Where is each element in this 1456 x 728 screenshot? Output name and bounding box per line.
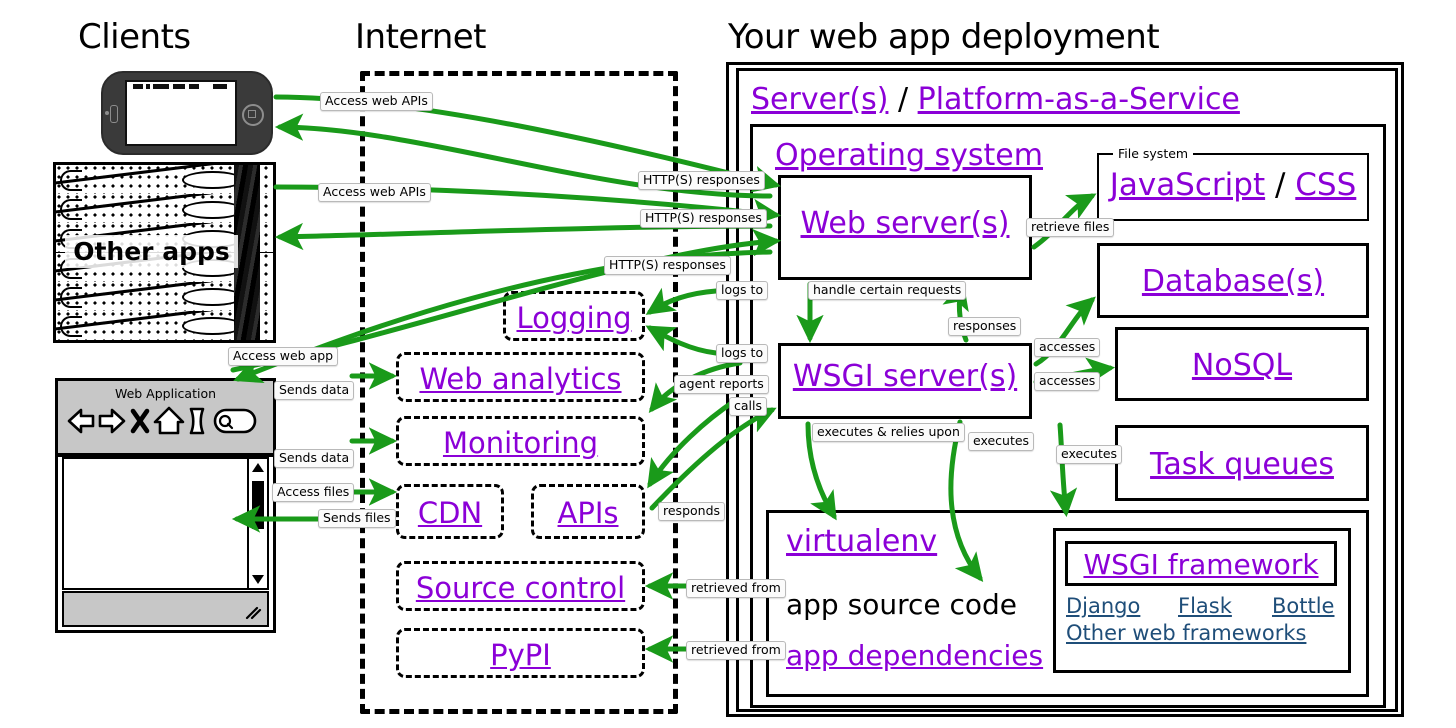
node-cdn-label: CDN — [417, 496, 483, 530]
operating-system-label[interactable]: Operating system — [775, 138, 1043, 173]
column-title-clients: Clients — [78, 17, 191, 57]
edge-label-sends-data-1: Sends data — [274, 381, 355, 401]
file-system-legend: File system — [1113, 146, 1194, 161]
column-title-internet: Internet — [355, 17, 487, 57]
task-queues-label: Task queues — [1150, 447, 1334, 482]
edge-label-access-web-app: Access web app — [228, 347, 339, 367]
server-label[interactable]: Server(s) — [751, 82, 888, 117]
edge-label-sends-files: Sends files — [318, 509, 396, 529]
app-source-code-label: app source code — [786, 588, 1018, 621]
nosql-label: NoSQL — [1191, 348, 1293, 383]
edge-label-logs-to-2: logs to — [716, 344, 769, 364]
edge-label-agent-reports: agent reports — [674, 375, 769, 395]
phone-camera-icon — [105, 111, 109, 115]
server-paas-label: Server(s) / Platform-as-a-Service — [751, 82, 1240, 117]
phone-speaker-icon — [110, 105, 118, 123]
client-other-apps-servers: Other apps — [53, 162, 276, 343]
edge-label-sends-data-2: Sends data — [274, 449, 355, 469]
edge-label-executes-1: executes — [968, 432, 1035, 452]
page-icon — [189, 407, 205, 435]
node-cdn[interactable]: CDN — [396, 484, 504, 539]
browser-window-title: Web Application — [114, 386, 217, 401]
database-label: Database(s) — [1141, 264, 1325, 299]
browser-toolbar — [65, 404, 257, 438]
javascript-label[interactable]: JavaScript — [1110, 167, 1265, 203]
framework-bottle-link[interactable]: Bottle — [1272, 594, 1334, 618]
wsgi-framework-label: WSGI framework — [1083, 548, 1319, 581]
node-monitoring[interactable]: Monitoring — [396, 416, 645, 466]
column-title-deployment: Your web app deployment — [728, 17, 1160, 57]
edge-label-logs-to-1: logs to — [716, 281, 769, 301]
scroll-down-arrow-icon[interactable] — [252, 575, 264, 584]
edge-label-responses: responses — [948, 317, 1022, 337]
phone-screen — [125, 80, 237, 146]
edge-label-calls: calls — [729, 397, 767, 417]
other-web-frameworks-link[interactable]: Other web frameworks — [1066, 621, 1306, 645]
edge-label-accesses-2: accesses — [1034, 372, 1101, 392]
node-apis-label: APIs — [557, 496, 619, 530]
home-icon — [153, 406, 185, 435]
browser-content-area — [62, 457, 269, 590]
node-apis[interactable]: APIs — [531, 484, 645, 539]
css-label[interactable]: CSS — [1295, 167, 1356, 203]
edge-label-retrieve-files: retrieve files — [1026, 218, 1115, 238]
app-dependencies-label[interactable]: app dependencies — [786, 639, 1043, 672]
search-field-icon — [213, 408, 257, 434]
edge-label-http-responses-1: HTTP(S) responses — [638, 171, 765, 191]
framework-flask-link[interactable]: Flask — [1178, 594, 1232, 618]
back-arrow-icon — [67, 408, 95, 434]
virtualenv-label[interactable]: virtualenv — [786, 524, 937, 559]
node-web-analytics[interactable]: Web analytics — [396, 352, 645, 402]
diagram-canvas: Clients Internet Your web app deployment — [0, 0, 1456, 728]
edge-label-access-files: Access files — [272, 483, 355, 503]
client-web-browser-window: Web Application — [55, 378, 276, 633]
node-logging-label: Logging — [516, 301, 632, 335]
javascript-css-label: JavaScript / CSS — [1097, 167, 1369, 203]
node-logging[interactable]: Logging — [503, 291, 645, 341]
edge-label-access-web-apis-apps: Access web APIs — [318, 183, 431, 203]
edge-label-retrieved-from-1: retrieved from — [686, 579, 786, 599]
edge-label-executes-relies-upon: executes & relies upon — [812, 423, 965, 443]
node-pypi-label: PyPI — [490, 638, 551, 672]
node-web-analytics-label: Web analytics — [419, 362, 622, 396]
resize-grip-icon — [245, 606, 262, 620]
edge-label-handle-certain-requests: handle certain requests — [808, 281, 967, 301]
browser-status-bar — [62, 591, 269, 627]
edge-label-http-responses-2: HTTP(S) responses — [640, 209, 767, 229]
js-css-separator: / — [1274, 167, 1286, 203]
close-x-icon — [130, 408, 150, 434]
edge-label-retrieved-from-2: retrieved from — [686, 641, 786, 661]
forward-arrow-icon — [98, 408, 126, 434]
edge-label-accesses-1: accesses — [1034, 338, 1101, 358]
scrollbar-thumb[interactable] — [252, 481, 264, 529]
edge-label-http-responses-3: HTTP(S) responses — [604, 256, 731, 276]
server-paas-separator: / — [897, 82, 909, 117]
scroll-up-arrow-icon[interactable] — [252, 463, 264, 472]
web-server-label: Web server(s) — [800, 206, 1010, 241]
browser-chrome: Web Application — [58, 381, 273, 457]
rack-caption: Other apps — [64, 235, 239, 269]
browser-scrollbar[interactable] — [247, 459, 267, 588]
framework-django-link[interactable]: Django — [1066, 594, 1140, 618]
phone-status-bar — [127, 82, 235, 91]
client-phone-device — [101, 71, 273, 155]
paas-label[interactable]: Platform-as-a-Service — [918, 82, 1240, 117]
node-source-control-label: Source control — [415, 571, 626, 605]
edge-label-executes-2: executes — [1056, 445, 1123, 465]
node-source-control[interactable]: Source control — [396, 561, 645, 611]
edge-label-responds: responds — [658, 502, 726, 522]
node-monitoring-label: Monitoring — [442, 426, 599, 460]
phone-home-button-icon — [242, 104, 264, 126]
wsgi-server-label: WSGI server(s) — [792, 359, 1018, 394]
rack-caption-text: Other apps — [73, 237, 230, 267]
node-pypi[interactable]: PyPI — [396, 628, 645, 678]
edge-label-access-web-apis-phone: Access web APIs — [320, 92, 433, 112]
